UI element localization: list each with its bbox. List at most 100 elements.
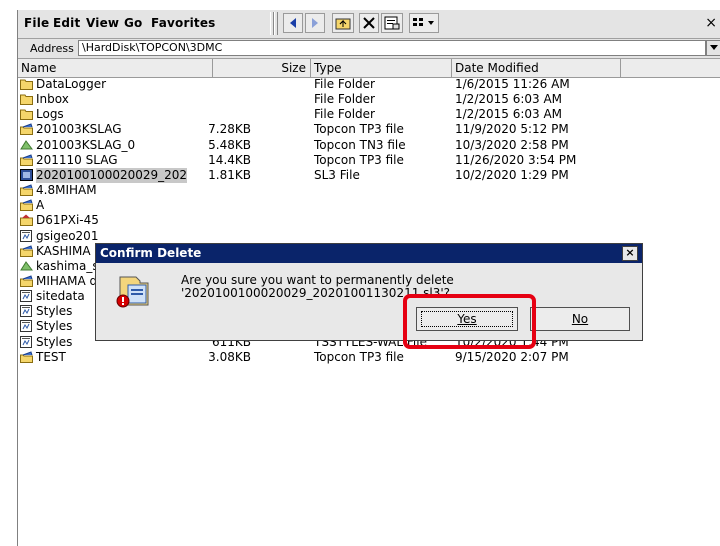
file-type: File Folder <box>314 77 375 91</box>
mixed-file-icon <box>20 214 33 227</box>
file-name: DataLogger <box>36 77 107 91</box>
file-date: 10/3/2020 2:58 PM <box>455 137 569 152</box>
file-row[interactable]: TEST 3.08KB Topcon TP3 file 9/15/2020 2:07 … <box>18 350 720 365</box>
toolbar-grip <box>274 12 278 35</box>
header-type[interactable]: Type <box>311 59 452 77</box>
file-date: 11/9/2020 5:12 PM <box>455 122 569 137</box>
file-type: Topcon TN3 file <box>314 137 406 152</box>
tp3-file-icon <box>20 184 33 197</box>
folder-icon <box>20 93 33 106</box>
file-size: 1.81KB <box>208 167 251 182</box>
generic-file-icon <box>20 335 33 348</box>
file-name: Styles <box>36 304 73 319</box>
address-label: Address <box>30 42 74 55</box>
views-icon <box>413 18 434 26</box>
file-type: File Folder <box>314 92 375 107</box>
file-row[interactable]: Logs File Folder 1/2/2015 6:03 AM <box>18 107 720 122</box>
up-folder-button[interactable] <box>332 13 354 33</box>
folder-icon <box>20 108 33 121</box>
file-name: 4.8MIHAM <box>36 183 97 198</box>
header-filler <box>621 59 720 77</box>
file-date: 9/15/2020 2:07 PM <box>455 349 569 364</box>
file-row[interactable]: 4.8MIHAM <box>18 183 720 198</box>
generic-file-icon <box>20 290 33 303</box>
file-date: 1/6/2015 11:26 AM <box>455 77 570 91</box>
back-arrow-icon <box>290 18 296 28</box>
file-name: A <box>36 198 45 213</box>
tn3-file-icon <box>20 260 33 272</box>
file-name: KASHIMA <box>36 243 91 258</box>
tp3-file-icon <box>20 244 33 257</box>
file-type: Topcon TP3 file <box>314 152 404 167</box>
address-bar: Address \HardDisk\TOPCON\3DMC <box>18 39 720 59</box>
generic-file-icon <box>20 229 33 242</box>
file-date: 1/2/2015 6:03 AM <box>455 107 563 122</box>
folder-icon <box>20 78 33 90</box>
dialog-close-button[interactable]: × <box>622 246 638 261</box>
file-row[interactable]: D61PXi-45 <box>18 213 720 228</box>
file-size: 3.08KB <box>208 349 251 364</box>
sl3-file-icon <box>20 168 33 181</box>
no-button[interactable]: No <box>530 307 630 331</box>
file-name: D61PXi-45 <box>36 213 99 228</box>
file-row[interactable]: Inbox File Folder 1/2/2015 6:03 AM <box>18 92 720 107</box>
forward-button[interactable] <box>305 13 325 33</box>
dialog-message-line1: Are you sure you want to permanently del… <box>181 273 454 287</box>
window-close-icon[interactable]: × <box>705 15 717 31</box>
file-name: TEST <box>36 349 66 364</box>
file-row[interactable]: 201003KSLAG_0 5.48KB Topcon TN3 file 10/3/2… <box>18 138 720 153</box>
tp3-file-icon <box>20 154 33 166</box>
address-dropdown-button[interactable] <box>706 40 720 56</box>
file-date: 1/2/2015 6:03 AM <box>455 92 563 107</box>
dialog-title: Confirm Delete × <box>96 244 642 263</box>
delete-button[interactable] <box>359 13 379 33</box>
header-size[interactable]: Size <box>213 59 311 77</box>
forward-arrow-icon <box>312 18 318 28</box>
back-button[interactable] <box>283 13 303 33</box>
file-row[interactable]: 201110 SLAG 14.4KB Topcon TP3 file 11/26/20… <box>18 153 720 168</box>
address-input[interactable]: \HardDisk\TOPCON\3DMC <box>78 40 706 56</box>
delete-warning-icon <box>116 276 149 308</box>
tn3-file-icon <box>20 139 33 151</box>
tp3-file-icon <box>20 275 33 287</box>
file-row[interactable]: DataLogger File Folder 1/6/2015 11:26 AM <box>18 77 720 92</box>
file-row[interactable]: A <box>18 198 720 213</box>
file-row[interactable]: 2020100100020029_202 1.81KB SL3 File 10/2/2… <box>18 167 720 183</box>
properties-icon <box>384 16 400 30</box>
tp3-file-icon <box>20 123 33 136</box>
file-name: 201003KSLAG <box>36 122 122 137</box>
tp3-file-icon <box>20 351 33 363</box>
menu-view[interactable]: View <box>86 16 119 30</box>
menu-go[interactable]: Go <box>124 16 143 30</box>
chevron-down-icon <box>709 45 718 50</box>
file-name: 2020100100020029_202 <box>36 167 188 183</box>
generic-file-icon <box>20 305 33 318</box>
generic-file-icon <box>20 320 33 333</box>
header-name[interactable]: Name <box>18 59 213 77</box>
file-name: Logs <box>36 107 64 122</box>
delete-x-icon <box>363 17 375 29</box>
views-dropdown-button[interactable] <box>409 13 439 33</box>
file-row[interactable]: 201003KSLAG 7.28KB Topcon TP3 file 11/9/202… <box>18 122 720 137</box>
file-name: Styles <box>36 334 73 349</box>
file-name: 201110 SLAG <box>36 152 118 167</box>
file-name: sitedata <box>36 289 85 304</box>
file-row[interactable]: gsigeo201 <box>18 229 720 244</box>
file-name: Styles <box>36 319 73 334</box>
file-name: kashima_s <box>36 258 99 273</box>
file-type: Topcon TP3 file <box>314 349 404 364</box>
menu-file[interactable]: File <box>24 16 49 30</box>
highlight-annotation <box>403 294 536 349</box>
properties-button[interactable] <box>381 13 403 33</box>
menu-toolbar: File Edit View Go Favorites × <box>18 10 720 39</box>
file-type: File Folder <box>314 107 375 122</box>
file-date: 11/26/2020 3:54 PM <box>455 152 577 167</box>
menu-edit[interactable]: Edit <box>53 16 80 30</box>
menu-favorites[interactable]: Favorites <box>151 16 216 30</box>
confirm-delete-dialog: Confirm Delete × Are you sure you want t… <box>95 243 643 341</box>
dialog-title-text: Confirm Delete <box>100 246 202 260</box>
header-date[interactable]: Date Modified <box>452 59 621 77</box>
file-size: 14.4KB <box>208 152 251 167</box>
no-label: No <box>571 312 589 326</box>
column-header: Name Size Type Date Modified <box>18 59 720 78</box>
